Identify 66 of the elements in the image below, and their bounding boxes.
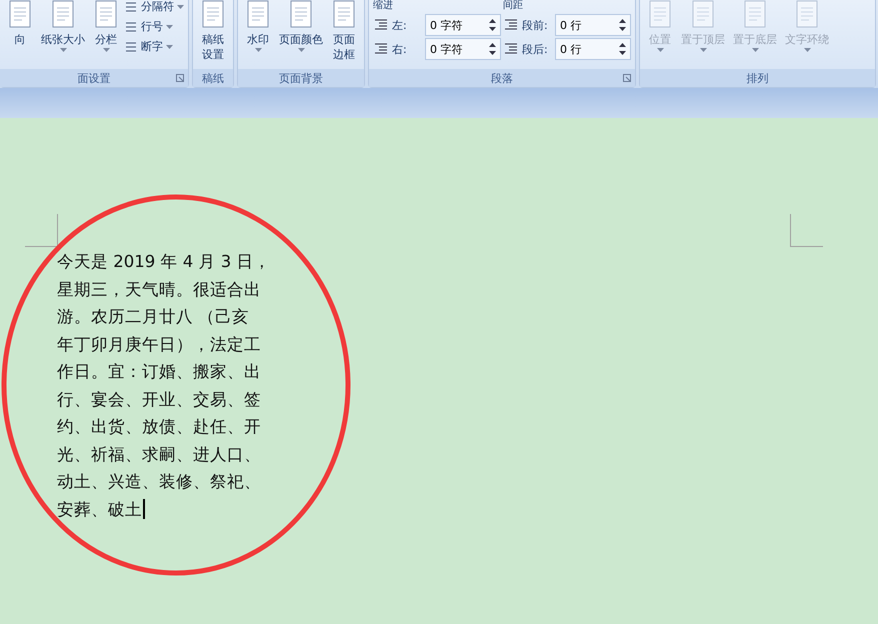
page-icon (794, 0, 820, 28)
group-title: 稿纸 (202, 70, 224, 86)
indent-icon (503, 42, 519, 56)
ribbon-button[interactable]: 向 (4, 0, 36, 47)
crop-mark (25, 214, 58, 247)
field-label: 左: (392, 18, 408, 32)
body-text: 星期三，天气晴。很适合出 (57, 278, 261, 300)
spin-arrows-icon (619, 18, 626, 32)
caret-icon (700, 48, 706, 52)
body-text: 光、祈福、求嗣、进人口、 (57, 444, 261, 466)
lines-icon (124, 40, 138, 54)
dialog-launcher-icon[interactable] (176, 74, 184, 82)
group-title: 排列 (746, 70, 768, 86)
caret-icon (656, 48, 664, 52)
field-label: 段后: (522, 42, 549, 56)
caret-icon (752, 48, 758, 52)
ribbon-button[interactable]: 分隔符 (124, 0, 184, 14)
indent-icon (373, 18, 389, 32)
ribbon-button[interactable]: 分栏 (90, 0, 122, 52)
field-label: 段前: (522, 18, 549, 32)
ribbon-button[interactable]: 水印 (242, 0, 274, 52)
body-text: 行、宴会、开业、交易、签 (57, 388, 261, 410)
section-label: 间距 (503, 0, 524, 12)
page-icon (742, 0, 768, 28)
page-icon (690, 0, 716, 28)
ribbon-button[interactable]: 稿纸 设置 (197, 0, 229, 62)
spin-arrows-icon (489, 42, 496, 56)
spinner-field[interactable]: 0 行 (555, 14, 631, 36)
spin-arrows-icon (619, 42, 626, 56)
caret-icon (177, 5, 184, 9)
field-label: 右: (392, 42, 408, 56)
body-text: 安葬、破土 (57, 496, 144, 523)
body-text: 作日。宜：订婚、搬家、出 (57, 361, 261, 383)
body-text: 游。农历二月廿八 （己亥 (57, 306, 250, 328)
lines-icon (124, 20, 138, 34)
body-text: 动土、兴造、装修、祭祀、 (57, 471, 261, 493)
ribbon-button[interactable]: 断字 (124, 40, 184, 54)
indent-icon (373, 42, 389, 56)
group-title: 段落 (491, 70, 513, 86)
spinner-field[interactable]: 0 行 (555, 38, 631, 60)
group-title: 面设置 (78, 70, 110, 86)
group-title: 页面背景 (279, 70, 323, 86)
dialog-launcher-icon[interactable] (623, 74, 631, 82)
caret-icon (102, 48, 110, 52)
caret-icon (60, 48, 66, 52)
section-label: 缩进 (373, 0, 394, 12)
body-text: 今天是 2019 年 4 月 3 日， (57, 251, 270, 273)
body-text: 约、出货、放债、赴任、开 (57, 416, 261, 438)
page-icon (647, 0, 673, 28)
indent-icon (503, 18, 519, 32)
caret-icon (166, 25, 173, 29)
ribbon-button[interactable]: 页面颜色 (276, 0, 326, 52)
caret-icon (804, 48, 810, 52)
spinner-field[interactable]: 0 字符 (425, 38, 501, 60)
ribbon-button[interactable]: 行号 (124, 20, 184, 34)
caret-icon (298, 48, 304, 52)
spin-arrows-icon (489, 18, 496, 32)
caret-icon (254, 48, 262, 52)
crop-mark (790, 214, 823, 247)
text-cursor (143, 499, 144, 520)
body-text: 年丁卯月庚午日），法定工 (57, 334, 261, 356)
caret-icon (166, 45, 173, 49)
ribbon-button[interactable]: 纸张大小 (38, 0, 88, 52)
lines-icon (124, 0, 138, 14)
ribbon-button[interactable]: 页面 边框 (328, 0, 360, 62)
spinner-field[interactable]: 0 字符 (425, 14, 501, 36)
